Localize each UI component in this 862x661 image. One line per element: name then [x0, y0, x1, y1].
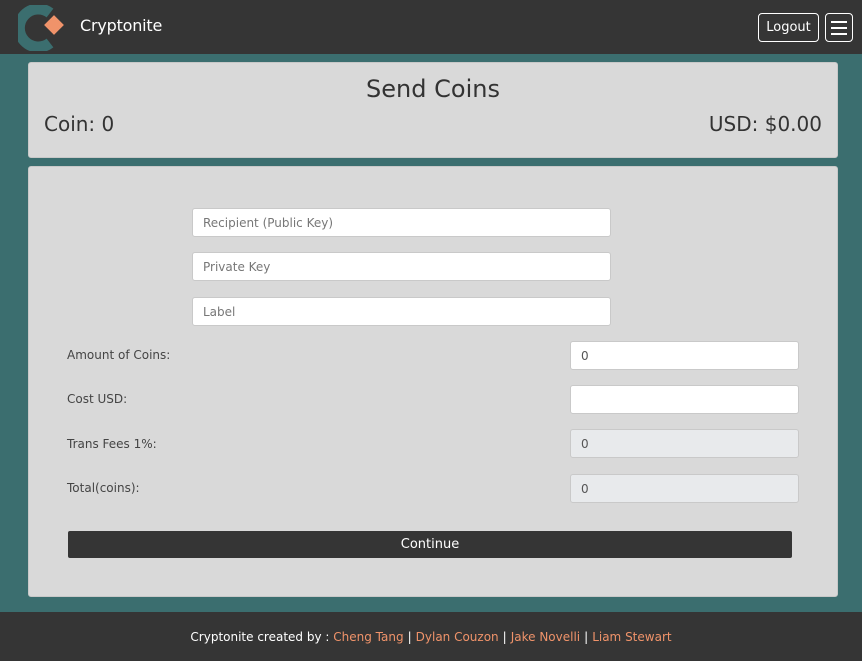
author-link-liam-stewart[interactable]: Liam Stewart: [592, 630, 671, 644]
footer-separator: |: [407, 629, 412, 644]
cost-usd-input[interactable]: [570, 385, 799, 414]
menu-bar: [831, 32, 847, 35]
amount-label: Amount of Coins:: [67, 348, 171, 362]
author-link-cheng-tang[interactable]: Cheng Tang: [333, 630, 403, 644]
brand-name[interactable]: Cryptonite: [80, 16, 162, 35]
recipient-input[interactable]: [192, 208, 611, 237]
footer-credit-prefix: Cryptonite created by :: [190, 629, 330, 644]
footer: Cryptonite created by : Cheng Tang | Dylan…: [0, 612, 862, 661]
private-key-input[interactable]: [192, 252, 611, 281]
trans-fees-label: Trans Fees 1%:: [67, 437, 157, 451]
trans-fees-field: [570, 429, 799, 458]
logout-button[interactable]: Logout: [758, 13, 819, 42]
total-coins-label: Total(coins):: [67, 481, 140, 495]
total-coins-field: [570, 474, 799, 503]
menu-bar: [831, 26, 847, 29]
usd-balance: USD: $0.00: [708, 112, 822, 136]
footer-separator: |: [502, 629, 507, 644]
coin-balance: Coin: 0: [44, 112, 115, 136]
author-link-dylan-couzon[interactable]: Dylan Couzon: [416, 630, 499, 644]
continue-button[interactable]: Continue: [68, 531, 792, 558]
footer-separator: |: [584, 629, 589, 644]
amount-input[interactable]: [570, 341, 799, 370]
cost-usd-label: Cost USD:: [67, 392, 128, 406]
page-title: Send Coins: [366, 75, 500, 103]
navbar: Cryptonite Logout: [0, 0, 862, 54]
hamburger-menu-icon[interactable]: [825, 13, 853, 42]
label-input[interactable]: [192, 297, 611, 326]
author-link-jake-novelli[interactable]: Jake Novelli: [511, 630, 580, 644]
menu-bar: [831, 20, 847, 23]
balance-card: Send Coins Coin: 0 USD: $0.00: [28, 62, 838, 158]
cryptonite-logo-icon[interactable]: [13, 3, 68, 53]
send-form-card: Amount of Coins: Cost USD: Trans Fees 1%…: [28, 166, 838, 597]
